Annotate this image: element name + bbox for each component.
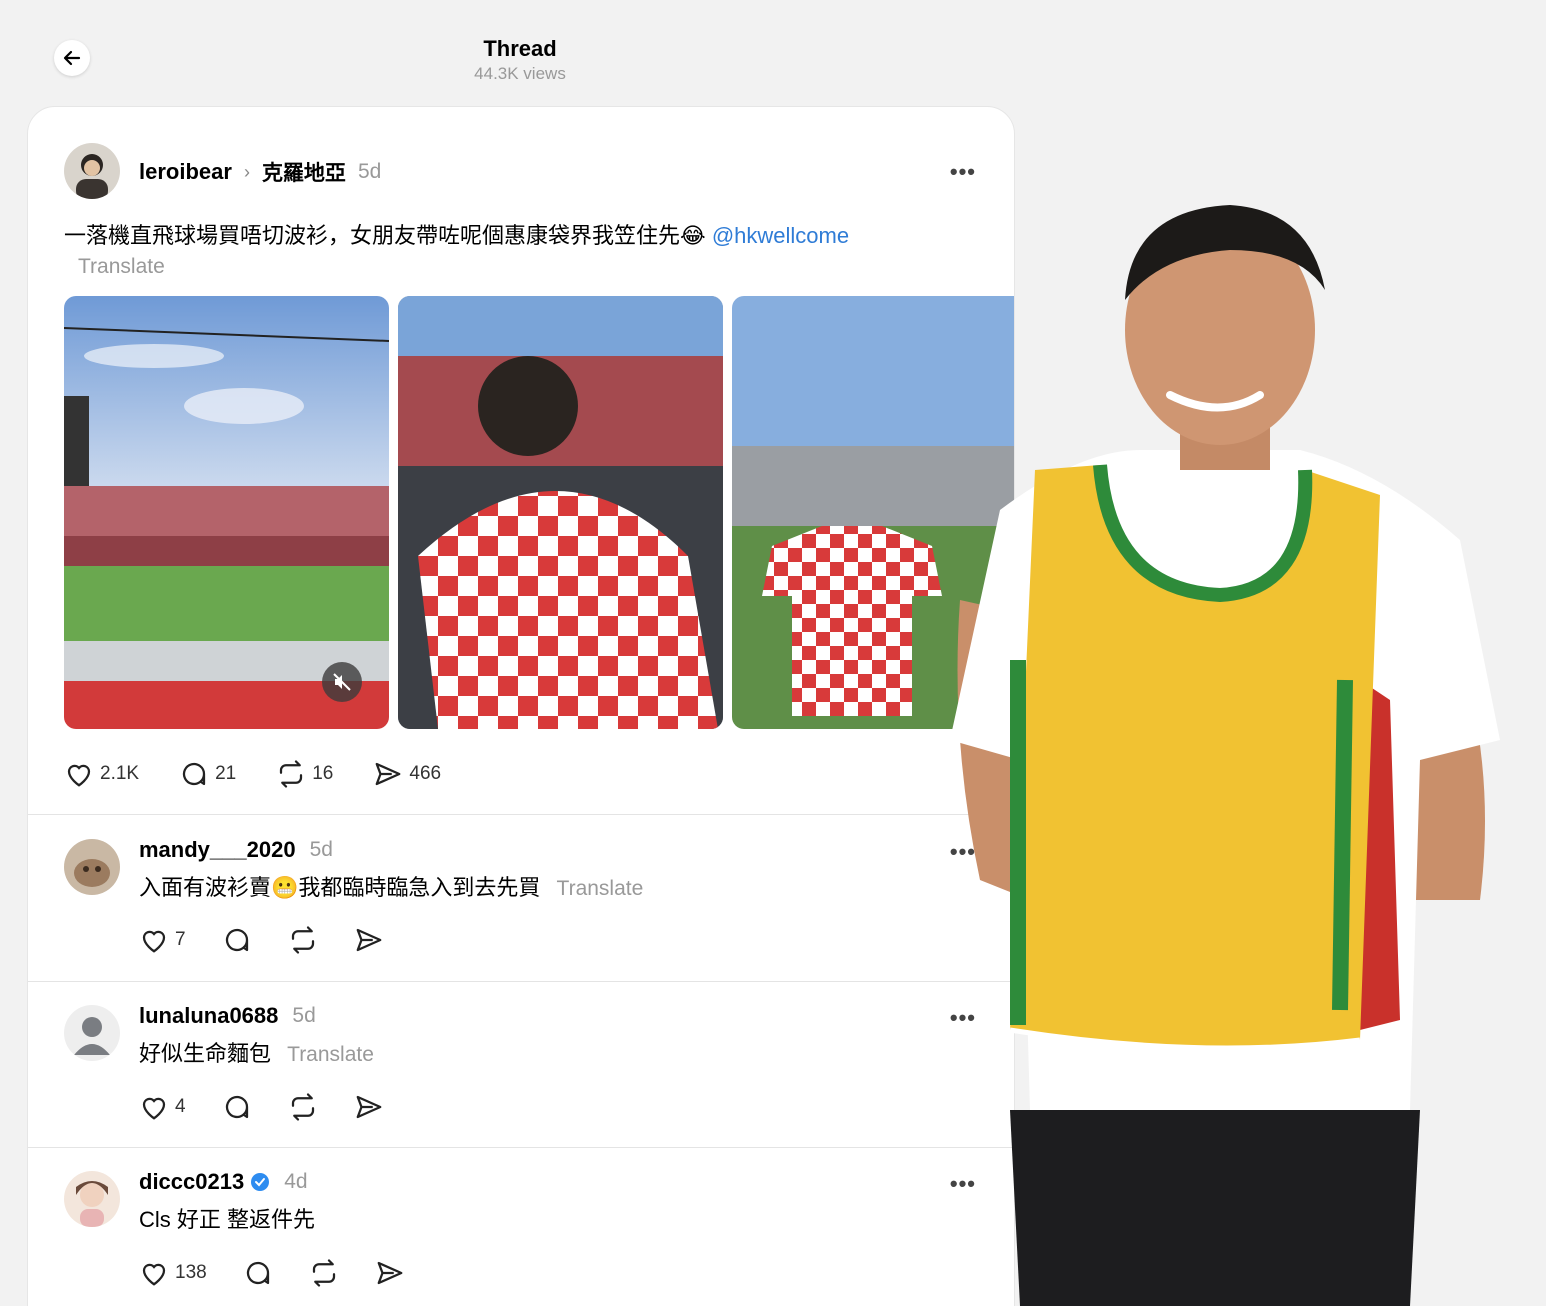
divider: [28, 814, 1014, 815]
vest-model-image: [940, 180, 1546, 1306]
reply-time: 4d: [284, 1170, 308, 1193]
translate-link[interactable]: Translate: [78, 255, 165, 279]
share-button[interactable]: [375, 1258, 405, 1288]
like-button[interactable]: 7: [139, 925, 186, 955]
speaker-muted-icon: [333, 673, 351, 691]
reply-header: diccc0213 4d: [139, 1169, 308, 1195]
reply-actions: 138: [139, 1258, 405, 1288]
repost-count: 16: [312, 763, 334, 784]
like-count: 2.1K: [100, 763, 140, 784]
reply-button[interactable]: [243, 1258, 273, 1288]
reply-body: Cls 好正 整返件先: [139, 1207, 316, 1232]
reply-actions: 4: [139, 1092, 384, 1122]
username[interactable]: diccc0213: [139, 1169, 244, 1195]
view-count: 44.3K views: [474, 64, 566, 83]
like-button[interactable]: 2.1K: [64, 759, 139, 789]
comment-icon: [246, 1261, 269, 1285]
reply-button[interactable]: [222, 925, 252, 955]
send-icon: [376, 762, 401, 786]
send-icon: [356, 1095, 381, 1119]
comment-icon: [225, 1095, 248, 1119]
heart-icon: [67, 764, 91, 787]
avatar[interactable]: [64, 839, 120, 895]
share-button[interactable]: [354, 1092, 384, 1122]
reply-header: lunaluna0688 5d: [139, 1003, 316, 1029]
reply-button[interactable]: 21: [179, 759, 236, 789]
reply-actions: 7: [139, 925, 384, 955]
share-button[interactable]: 466: [373, 759, 441, 789]
share-count: 466: [409, 763, 442, 784]
repost-button[interactable]: [288, 1092, 318, 1122]
like-button[interactable]: 138: [139, 1258, 207, 1288]
comment-icon: [225, 928, 248, 952]
translate-link[interactable]: Translate: [287, 1043, 374, 1066]
like-count: 4: [175, 1096, 186, 1117]
reply-header: mandy___2020 5d: [139, 837, 333, 863]
repost-icon: [312, 1259, 335, 1287]
repost-icon: [291, 1093, 314, 1121]
avatar[interactable]: [64, 1171, 120, 1227]
post-actions: 2.1K 21 16 466: [64, 759, 441, 789]
repost-icon: [280, 760, 303, 788]
repost-button[interactable]: [309, 1258, 339, 1288]
media-image[interactable]: [398, 296, 723, 729]
mute-button[interactable]: [322, 662, 362, 702]
repost-button[interactable]: 16: [276, 759, 333, 789]
chevron-right-icon: ›: [243, 161, 250, 182]
username[interactable]: leroibear: [139, 159, 232, 185]
reply-button[interactable]: [222, 1092, 252, 1122]
reply-text: 好似生命麵包 Translate: [139, 1039, 374, 1070]
reply-time: 5d: [292, 1004, 316, 1027]
reply-text: 入面有波衫賣😬我都臨時臨急入到去先買 Translate: [139, 873, 643, 904]
page-title: Thread: [483, 36, 557, 61]
send-icon: [356, 928, 381, 952]
reply-text: Cls 好正 整返件先: [139, 1205, 315, 1235]
like-button[interactable]: 4: [139, 1092, 186, 1122]
like-count: 7: [175, 929, 186, 950]
heart-icon: [142, 930, 166, 953]
avatar[interactable]: [64, 1005, 120, 1061]
divider: [28, 1147, 1014, 1148]
avatar[interactable]: [64, 143, 120, 199]
top-bar: Thread 44.3K views: [0, 0, 1040, 100]
comment-icon: [183, 762, 206, 786]
divider: [28, 981, 1014, 982]
send-icon: [377, 1261, 403, 1285]
like-count: 138: [175, 1262, 207, 1283]
topic-tag[interactable]: 克羅地亞: [262, 157, 346, 187]
username[interactable]: lunaluna0688: [139, 1003, 278, 1029]
post-body: 一落機直飛球場買唔切波衫，女朋友帶咗呢個惠康袋界我笠住先😂: [64, 223, 706, 248]
post-text: 一落機直飛球場買唔切波衫，女朋友帶咗呢個惠康袋界我笠住先😂 @hkwellcom…: [64, 221, 964, 251]
share-button[interactable]: [354, 925, 384, 955]
reply-time: 5d: [309, 838, 333, 861]
repost-icon: [291, 926, 314, 954]
post-header: leroibear › 克羅地亞 5d: [139, 157, 381, 187]
heart-icon: [142, 1097, 166, 1120]
repost-button[interactable]: [288, 925, 318, 955]
reply-body: 入面有波衫賣😬我都臨時臨急入到去先買: [139, 875, 541, 900]
reply-body: 好似生命麵包: [139, 1041, 272, 1066]
mention-link[interactable]: @hkwellcome: [712, 223, 849, 248]
post-time: 5d: [357, 160, 382, 183]
verified-badge-icon: [251, 1173, 270, 1191]
translate-link[interactable]: Translate: [557, 877, 644, 900]
heart-icon: [142, 1263, 166, 1286]
username[interactable]: mandy___2020: [139, 837, 296, 863]
media-video[interactable]: [64, 296, 389, 729]
thread-card: leroibear › 克羅地亞 5d ••• 一落機直飛球場買唔切波衫，女朋友…: [27, 106, 1015, 1306]
reply-count: 21: [215, 763, 237, 784]
